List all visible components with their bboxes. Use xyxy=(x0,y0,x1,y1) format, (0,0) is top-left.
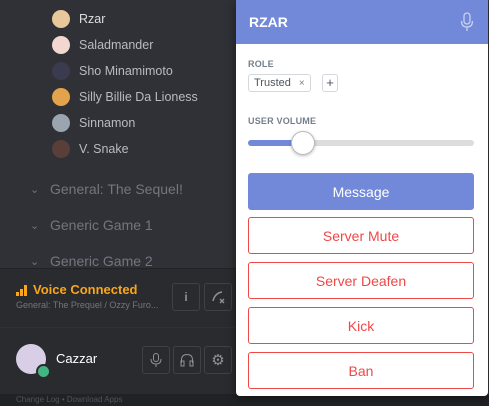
chevron-down-icon: ⌄ xyxy=(30,183,40,196)
chevron-down-icon: ⌄ xyxy=(30,219,40,232)
voice-member-v-snake[interactable]: V. Snake xyxy=(52,138,129,160)
user-panel: Cazzar ⚙ xyxy=(0,328,240,394)
member-name: V. Snake xyxy=(79,142,129,156)
user-popout: RZAR ROLE Trusted × + USER VOLUME Messag… xyxy=(236,0,488,396)
volume-slider-handle[interactable] xyxy=(291,131,316,155)
role-name: Trusted xyxy=(254,77,291,89)
voice-channel-generic-game-1[interactable]: ⌄ Generic Game 1 xyxy=(30,213,153,237)
popout-username: RZAR xyxy=(249,14,288,30)
ban-button[interactable]: Ban xyxy=(248,352,474,389)
voice-member-rzar[interactable]: Rzar xyxy=(52,8,105,30)
member-name: Silly Billie Da Lioness xyxy=(79,90,198,104)
voice-member-sinnamon[interactable]: Sinnamon xyxy=(52,112,135,134)
mute-button[interactable] xyxy=(142,346,170,374)
voice-status-label: Voice Connected xyxy=(33,282,138,297)
chevron-down-icon: ⌄ xyxy=(30,255,40,268)
server-mute-button[interactable]: Server Mute xyxy=(248,217,474,254)
member-name: Sho Minamimoto xyxy=(79,64,173,78)
kick-button[interactable]: Kick xyxy=(248,307,474,344)
member-name: Saladmander xyxy=(79,38,154,52)
user-volume-slider[interactable] xyxy=(248,131,474,155)
avatar xyxy=(52,10,70,28)
member-name: Rzar xyxy=(79,12,106,26)
voice-member-silly-billie[interactable]: Silly Billie Da Lioness xyxy=(52,86,198,108)
voice-status: Voice Connected xyxy=(16,282,138,297)
connection-info-button[interactable]: i xyxy=(172,283,200,311)
avatar xyxy=(52,62,70,80)
phone-hangup-icon xyxy=(212,291,225,304)
channel-name: General: The Sequel! xyxy=(50,181,183,197)
channel-name: Generic Game 2 xyxy=(50,253,153,269)
member-name: Sinnamon xyxy=(79,116,136,130)
avatar xyxy=(52,140,70,158)
signal-icon xyxy=(16,284,27,296)
role-section-label: ROLE xyxy=(248,59,274,69)
user-settings-button[interactable]: ⚙ xyxy=(204,346,232,374)
voice-channel-general-sequel[interactable]: ⌄ General: The Sequel! xyxy=(30,177,183,201)
voice-location: General: The Prequel / Ozzy Furo... xyxy=(16,300,159,310)
gear-icon: ⚙ xyxy=(211,352,225,369)
server-deafen-button[interactable]: Server Deafen xyxy=(248,262,474,299)
microphone-icon xyxy=(150,353,162,367)
voice-member-saladmander[interactable]: Saladmander xyxy=(52,34,153,56)
add-role-button[interactable]: + xyxy=(322,74,338,92)
popout-header: RZAR xyxy=(236,0,488,44)
channel-name: Generic Game 1 xyxy=(50,217,153,233)
remove-role-button[interactable]: × xyxy=(299,78,305,89)
message-button[interactable]: Message xyxy=(248,173,474,210)
role-pill-trusted: Trusted × xyxy=(248,74,311,92)
microphone-icon xyxy=(460,12,474,31)
username: Cazzar xyxy=(56,351,98,366)
disconnect-button[interactable] xyxy=(204,283,232,311)
voice-status-panel: Voice Connected General: The Prequel / O… xyxy=(0,268,240,327)
user-volume-label: USER VOLUME xyxy=(248,116,317,126)
deafen-button[interactable] xyxy=(173,346,201,374)
avatar xyxy=(52,88,70,106)
info-icon: i xyxy=(184,290,188,304)
online-status-indicator xyxy=(36,364,51,379)
avatar xyxy=(52,114,70,132)
headphones-icon xyxy=(180,353,194,367)
avatar xyxy=(52,36,70,54)
voice-member-sho[interactable]: Sho Minamimoto xyxy=(52,60,173,82)
channel-sidebar: Rzar Saladmander Sho Minamimoto Silly Bi… xyxy=(0,0,240,406)
